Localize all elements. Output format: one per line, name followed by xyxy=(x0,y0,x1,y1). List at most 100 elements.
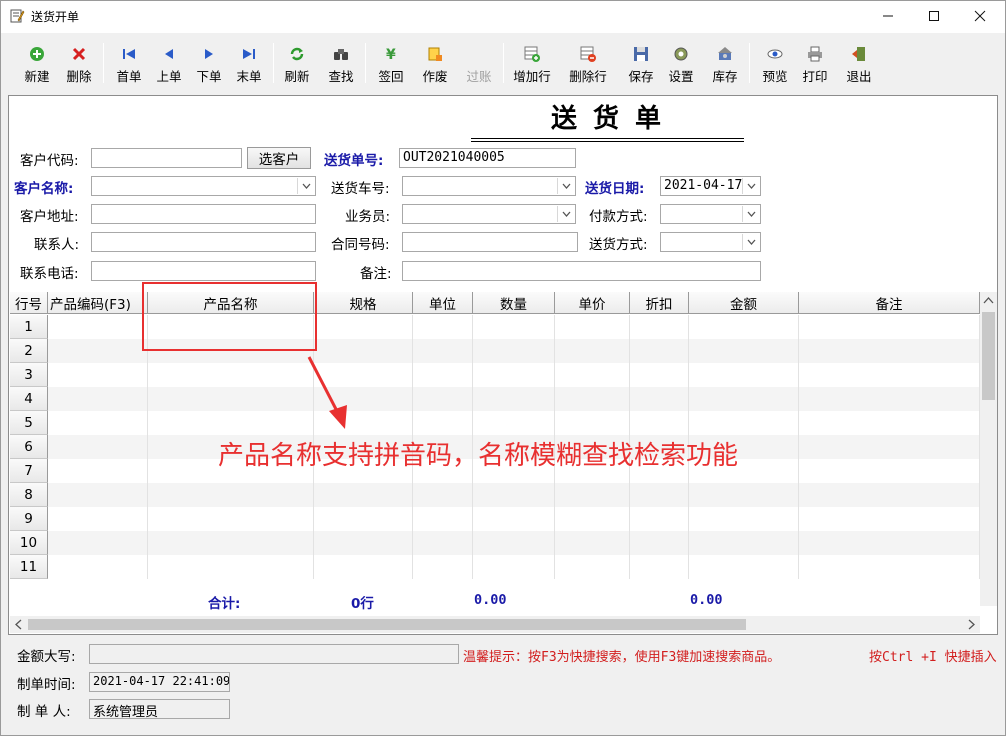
grid-cell[interactable] xyxy=(473,555,555,579)
grid-cell[interactable] xyxy=(555,411,630,435)
chevron-down-icon[interactable] xyxy=(557,178,574,194)
grid-cell[interactable] xyxy=(413,363,473,387)
grid-cell[interactable] xyxy=(630,315,689,339)
new-button[interactable]: 新建 xyxy=(19,39,55,87)
grid-cell[interactable] xyxy=(799,507,980,531)
grid-cell[interactable] xyxy=(314,531,413,555)
grid-cell[interactable] xyxy=(473,315,555,339)
grid-cell[interactable] xyxy=(555,507,630,531)
grid-cell[interactable] xyxy=(799,387,980,411)
vertical-scroll-thumb[interactable] xyxy=(982,312,995,400)
grid-cell[interactable] xyxy=(473,363,555,387)
refresh-button[interactable]: 刷新 xyxy=(279,39,315,87)
grid-cell[interactable] xyxy=(799,483,980,507)
grid-cell[interactable] xyxy=(630,411,689,435)
grid-cell[interactable] xyxy=(689,363,799,387)
col-header-remark[interactable]: 备注 xyxy=(799,292,980,314)
maximize-button[interactable] xyxy=(911,1,957,31)
grid-cell[interactable] xyxy=(48,507,148,531)
vertical-scrollbar[interactable] xyxy=(980,292,997,606)
salesman-combo[interactable] xyxy=(402,204,576,224)
stock-button[interactable]: 库存 xyxy=(707,39,743,87)
prev-button[interactable]: 上单 xyxy=(151,39,187,87)
col-header-amount[interactable]: 金额 xyxy=(689,292,799,314)
grid-cell[interactable] xyxy=(630,339,689,363)
table-row[interactable]: 10 xyxy=(10,531,980,555)
grid-cell[interactable] xyxy=(689,555,799,579)
col-header-unit[interactable]: 单位 xyxy=(413,292,473,314)
customer-code-input[interactable] xyxy=(91,148,242,168)
table-row[interactable]: 3 xyxy=(10,363,980,387)
grid-cell[interactable] xyxy=(314,483,413,507)
scroll-up-icon[interactable] xyxy=(980,292,997,309)
find-button[interactable]: 查找 xyxy=(323,39,359,87)
grid-cell[interactable] xyxy=(473,411,555,435)
chevron-down-icon[interactable] xyxy=(742,178,759,194)
table-row[interactable]: 8 xyxy=(10,483,980,507)
grid-cell[interactable] xyxy=(799,435,980,459)
grid-cell[interactable] xyxy=(48,315,148,339)
grid-cell[interactable] xyxy=(473,531,555,555)
grid-cell[interactable] xyxy=(630,363,689,387)
chevron-down-icon[interactable] xyxy=(742,234,759,250)
grid-cell[interactable] xyxy=(314,315,413,339)
grid-cell[interactable] xyxy=(799,339,980,363)
grid-cell[interactable] xyxy=(148,411,314,435)
col-header-row-no[interactable]: 行号 xyxy=(10,292,48,314)
minimize-button[interactable] xyxy=(865,1,911,31)
contact-input[interactable] xyxy=(91,232,316,252)
grid-cell[interactable] xyxy=(48,555,148,579)
grid-cell[interactable] xyxy=(555,339,630,363)
save-button[interactable]: 保存 xyxy=(623,39,659,87)
grid-cell[interactable] xyxy=(48,459,148,483)
col-header-product-code[interactable]: 产品编码(F3) xyxy=(48,292,148,314)
grid-cell[interactable] xyxy=(48,435,148,459)
exit-button[interactable]: 退出 xyxy=(841,39,877,87)
last-button[interactable]: 末单 xyxy=(231,39,267,87)
grid-cell[interactable] xyxy=(630,507,689,531)
preview-button[interactable]: 预览 xyxy=(757,39,793,87)
grid-cell[interactable] xyxy=(799,555,980,579)
first-button[interactable]: 首单 xyxy=(111,39,147,87)
grid-cell[interactable] xyxy=(413,411,473,435)
grid-cell[interactable] xyxy=(148,531,314,555)
grid-cell[interactable] xyxy=(689,507,799,531)
phone-input[interactable] xyxy=(91,261,316,281)
grid-cell[interactable] xyxy=(473,339,555,363)
col-header-spec[interactable]: 规格 xyxy=(314,292,413,314)
grid-cell[interactable] xyxy=(630,555,689,579)
vehicle-combo[interactable] xyxy=(402,176,576,196)
grid-cell[interactable] xyxy=(555,483,630,507)
payment-combo[interactable] xyxy=(660,204,761,224)
grid-cell[interactable] xyxy=(148,483,314,507)
grid-cell[interactable] xyxy=(413,483,473,507)
grid-cell[interactable] xyxy=(799,411,980,435)
print-button[interactable]: 打印 xyxy=(797,39,833,87)
horizontal-scrollbar[interactable] xyxy=(10,616,980,633)
grid-cell[interactable] xyxy=(413,387,473,411)
remark-input[interactable] xyxy=(402,261,761,281)
sign-back-button[interactable]: ¥ 签回 xyxy=(373,39,409,87)
settings-button[interactable]: 设置 xyxy=(663,39,699,87)
close-button[interactable] xyxy=(957,1,1003,31)
table-row[interactable]: 4 xyxy=(10,387,980,411)
grid-cell[interactable] xyxy=(413,555,473,579)
grid-cell[interactable] xyxy=(555,387,630,411)
select-customer-button[interactable]: 选客户 xyxy=(247,147,311,169)
grid-cell[interactable] xyxy=(555,555,630,579)
chevron-down-icon[interactable] xyxy=(297,178,314,194)
table-row[interactable]: 9 xyxy=(10,507,980,531)
grid-cell[interactable] xyxy=(48,411,148,435)
col-header-qty[interactable]: 数量 xyxy=(473,292,555,314)
grid-cell[interactable] xyxy=(555,363,630,387)
grid-cell[interactable] xyxy=(48,483,148,507)
add-row-button[interactable]: 增加行 xyxy=(509,39,555,87)
table-row[interactable]: 11 xyxy=(10,555,980,579)
delete-button[interactable]: 删除 xyxy=(61,39,97,87)
table-row[interactable]: 5 xyxy=(10,411,980,435)
grid-cell[interactable] xyxy=(799,315,980,339)
grid-cell[interactable] xyxy=(630,483,689,507)
address-input[interactable] xyxy=(91,204,316,224)
chevron-down-icon[interactable] xyxy=(742,206,759,222)
delivery-no-input[interactable]: OUT2021040005 xyxy=(399,148,576,168)
